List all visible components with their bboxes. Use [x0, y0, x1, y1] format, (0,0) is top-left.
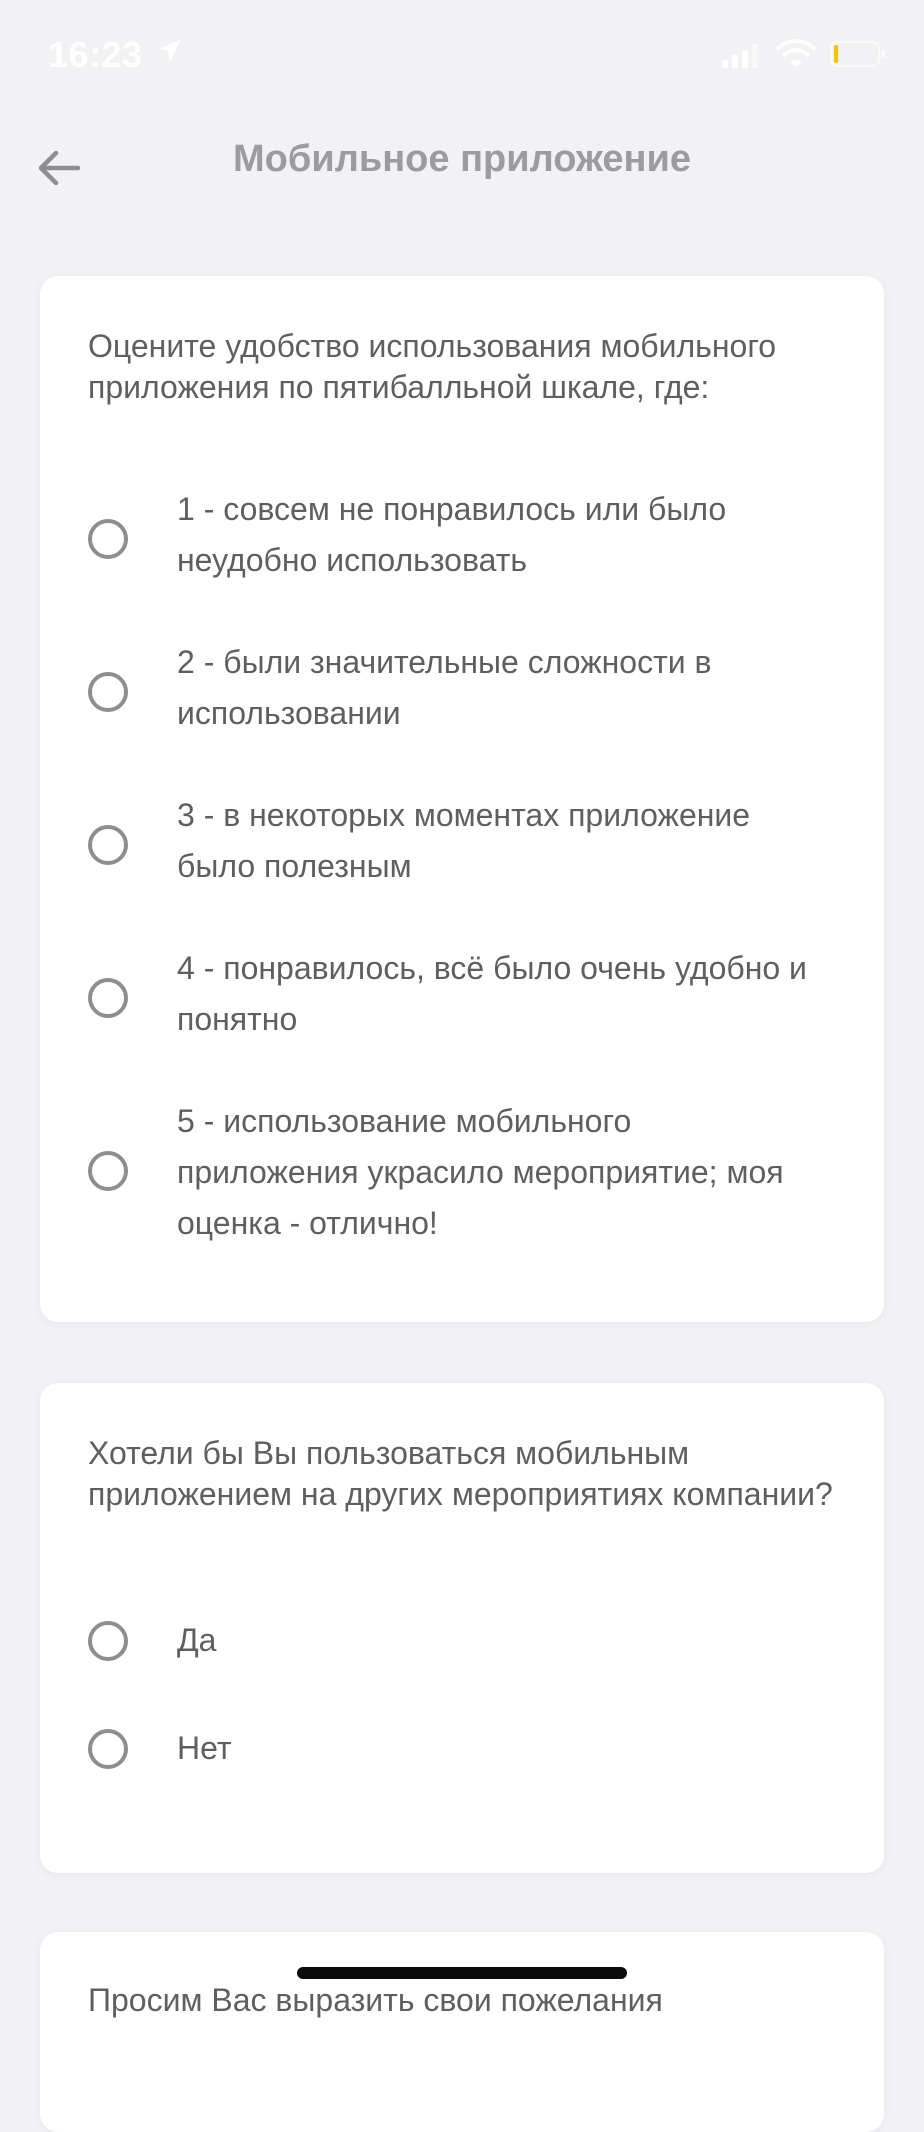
option-label: 1 - совсем не понравилось или было неудо… — [177, 491, 727, 578]
rating-option-3[interactable]: 3 - в некоторых моментах приложение было… — [40, 790, 884, 900]
status-bar: 16:23 — [0, 0, 924, 110]
wifi-icon — [776, 39, 816, 67]
option-label: Да — [177, 1622, 217, 1658]
question-text: Хотели бы Вы пользоваться мобильным прил… — [88, 1435, 833, 1512]
rating-option-4[interactable]: 4 - понравилось, всё было очень удобно и… — [40, 943, 884, 1053]
radio-button[interactable] — [88, 1621, 128, 1661]
rating-option-1[interactable]: 1 - совсем не понравилось или было неудо… — [40, 484, 884, 594]
radio-button[interactable] — [88, 519, 128, 559]
radio-button[interactable] — [88, 1151, 128, 1191]
option-label: 3 - в некоторых моментах приложение было… — [177, 797, 751, 884]
radio-button[interactable] — [88, 1729, 128, 1769]
answer-option-no[interactable]: Нет — [40, 1729, 884, 1789]
navigation-bar: Мобильное приложение — [0, 110, 924, 220]
home-indicator — [297, 1967, 627, 1979]
option-label: 2 - были значительные сложности в исполь… — [177, 644, 712, 731]
question-card-wishes: Просим Вас выразить свои пожелания — [40, 1932, 884, 2132]
rating-option-2[interactable]: 2 - были значительные сложности в исполь… — [40, 637, 884, 747]
question-text: Просим Вас выразить свои пожелания — [88, 1982, 663, 2018]
question-card-future-use: Хотели бы Вы пользоваться мобильным прил… — [40, 1383, 884, 1873]
page-title: Мобильное приложение — [233, 138, 691, 180]
question-card-rating: Оцените удобство использования мобильног… — [40, 276, 884, 1322]
option-label: 4 - понравилось, всё было очень удобно и… — [177, 950, 807, 1037]
radio-button[interactable] — [88, 672, 128, 712]
rating-option-5[interactable]: 5 - использование мобильного приложения … — [40, 1096, 884, 1256]
answer-option-yes[interactable]: Да — [40, 1621, 884, 1681]
status-time: 16:23 — [48, 34, 143, 75]
option-label: 5 - использование мобильного приложения … — [177, 1103, 784, 1241]
question-text: Оцените удобство использования мобильног… — [88, 328, 777, 405]
battery-icon — [830, 41, 885, 67]
location-icon — [158, 40, 180, 62]
signal-icon — [722, 44, 758, 68]
radio-button[interactable] — [88, 978, 128, 1018]
radio-button[interactable] — [88, 825, 128, 865]
option-label: Нет — [177, 1730, 232, 1766]
